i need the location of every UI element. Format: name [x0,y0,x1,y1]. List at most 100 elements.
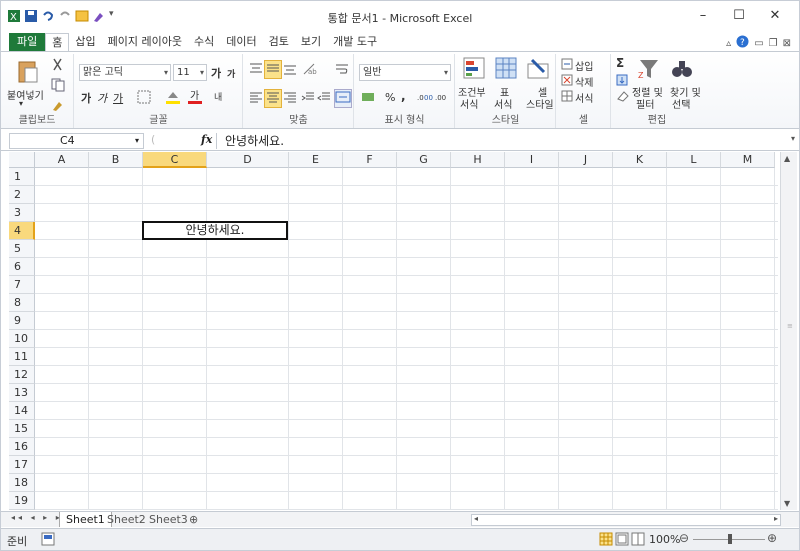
worksheet-grid[interactable]: ABCDEFGHIJKLM 1 2 3 4 5 6 7 8 9 10 11 12 13 14 15 16 17 1… [9,152,778,510]
wrap-text-icon[interactable] [334,62,350,79]
cut-icon[interactable] [51,58,65,75]
column-header-f[interactable]: F [343,152,397,168]
cell-c4[interactable]: 안녕하세요. [142,221,288,240]
format-as-table-icon[interactable] [494,56,518,83]
font-size-select[interactable]: 11 ▾ [173,64,207,81]
shrink-font-button[interactable]: 가 [227,67,235,80]
row-header-7[interactable]: 7 [9,276,35,294]
new-sheet-icon[interactable]: ⊕ [183,512,204,527]
page-break-view-icon[interactable] [631,532,645,549]
conditional-formatting-label-2[interactable]: 서식 [460,96,478,111]
cell-styles-icon[interactable] [526,56,550,83]
row-header-8[interactable]: 8 [9,294,35,312]
phonetic-icon[interactable]: 내 [213,89,229,108]
row-header-16[interactable]: 16 [9,438,35,456]
column-header-m[interactable]: M [721,152,775,168]
horizontal-scrollbar[interactable]: ◂ ▸ [471,514,781,526]
scroll-right-icon[interactable]: ▸ [774,514,778,523]
cell-styles-label-2[interactable]: 스타일 [526,96,554,111]
tab-formulas[interactable]: 수식 [188,33,220,51]
fill-color-icon[interactable] [165,89,181,108]
align-left-icon[interactable] [248,90,264,107]
row-header-3[interactable]: 3 [9,204,35,222]
tab-review[interactable]: 검토 [263,33,295,51]
column-header-k[interactable]: K [613,152,667,168]
underline-button[interactable]: 가 [113,90,123,106]
italic-button[interactable]: 가 [97,90,107,106]
name-box[interactable]: C4 ▾ [9,133,144,149]
insert-cells-icon[interactable] [561,58,573,73]
row-header-15[interactable]: 15 [9,420,35,438]
row-header-1[interactable]: 1 [9,168,35,186]
font-color-icon[interactable]: 가 [187,89,203,108]
find-select-label-2[interactable]: 선택 [672,96,690,111]
autosum-icon[interactable]: Σ [616,56,624,70]
insert-cells-label[interactable]: 삽입 [575,58,593,73]
column-header-j[interactable]: J [559,152,613,168]
align-bottom-icon[interactable] [282,62,298,79]
tab-insert[interactable]: 삽입 [69,33,101,51]
column-header-e[interactable]: E [289,152,343,168]
column-header-g[interactable]: G [397,152,451,168]
tab-developer[interactable]: 개발 도구 [327,33,383,51]
increase-decimal-icon[interactable]: .0 00 [417,90,433,107]
minimize-button[interactable]: – [685,5,721,27]
formula-input[interactable]: 안녕하세요. [216,133,781,149]
delete-cells-label[interactable]: 삭제 [575,74,593,89]
column-header-a[interactable]: A [35,152,89,168]
zoom-in-icon[interactable]: ⊕ [767,531,777,545]
insert-function-button[interactable]: fx [201,133,212,146]
scroll-grip-icon[interactable]: ≡ [787,322,793,330]
clear-icon[interactable] [616,90,630,105]
fill-icon[interactable] [616,74,628,89]
row-header-2[interactable]: 2 [9,186,35,204]
number-format-select[interactable]: 일반 ▾ [359,64,451,81]
column-header-c[interactable]: C [143,152,207,168]
vertical-scrollbar[interactable]: ▲ ≡ ▼ [780,152,797,510]
row-header-6[interactable]: 6 [9,258,35,276]
format-cells-icon[interactable] [561,90,573,105]
tab-page-layout[interactable]: 페이지 레이아웃 [102,33,188,51]
copy-icon[interactable] [51,78,67,95]
grow-font-button[interactable]: 가 [211,65,221,81]
format-cells-label[interactable]: 서식 [575,90,593,105]
column-header-h[interactable]: H [451,152,505,168]
sort-filter-label-2[interactable]: 필터 [636,96,654,111]
zoom-slider-thumb[interactable] [728,534,732,544]
row-header-17[interactable]: 17 [9,456,35,474]
decrease-decimal-icon[interactable]: .00 [435,90,451,107]
normal-view-icon[interactable] [599,532,613,549]
tab-view[interactable]: 보기 [295,33,327,51]
column-header-i[interactable]: I [505,152,559,168]
comma-style-button[interactable]: , [401,89,406,103]
column-header-d[interactable]: D [207,152,289,168]
bold-button[interactable]: 가 [81,90,91,106]
row-header-12[interactable]: 12 [9,366,35,384]
row-header-10[interactable]: 10 [9,330,35,348]
font-name-select[interactable]: 맑은 고딕 ▾ [79,64,171,81]
zoom-level[interactable]: 100% [649,533,680,546]
accounting-format-icon[interactable] [361,90,377,107]
paste-label[interactable]: 붙여넣기 [7,87,44,102]
orientation-icon[interactable]: ab [302,62,318,79]
macro-record-icon[interactable] [41,532,55,549]
percent-style-button[interactable]: % [385,91,395,104]
page-layout-view-icon[interactable] [615,532,629,549]
align-center-icon[interactable] [264,89,282,108]
sort-filter-icon[interactable]: Z [638,58,662,83]
column-header-l[interactable]: L [667,152,721,168]
find-select-icon[interactable] [670,58,694,83]
tab-data[interactable]: 데이터 [220,33,262,51]
increase-indent-icon[interactable] [316,90,332,107]
tab-file[interactable]: 파일 [9,33,46,51]
formula-cancel-icon[interactable]: ( [151,133,155,146]
row-header-9[interactable]: 9 [9,312,35,330]
align-top-icon[interactable] [248,62,264,79]
conditional-formatting-icon[interactable] [462,56,486,83]
align-right-icon[interactable] [282,90,298,107]
scroll-up-icon[interactable]: ▲ [784,154,790,163]
paste-icon[interactable] [17,58,39,87]
paste-dropdown-icon[interactable]: ▾ [19,99,23,108]
merge-center-icon[interactable] [334,89,352,108]
scroll-down-icon[interactable]: ▼ [784,499,790,508]
